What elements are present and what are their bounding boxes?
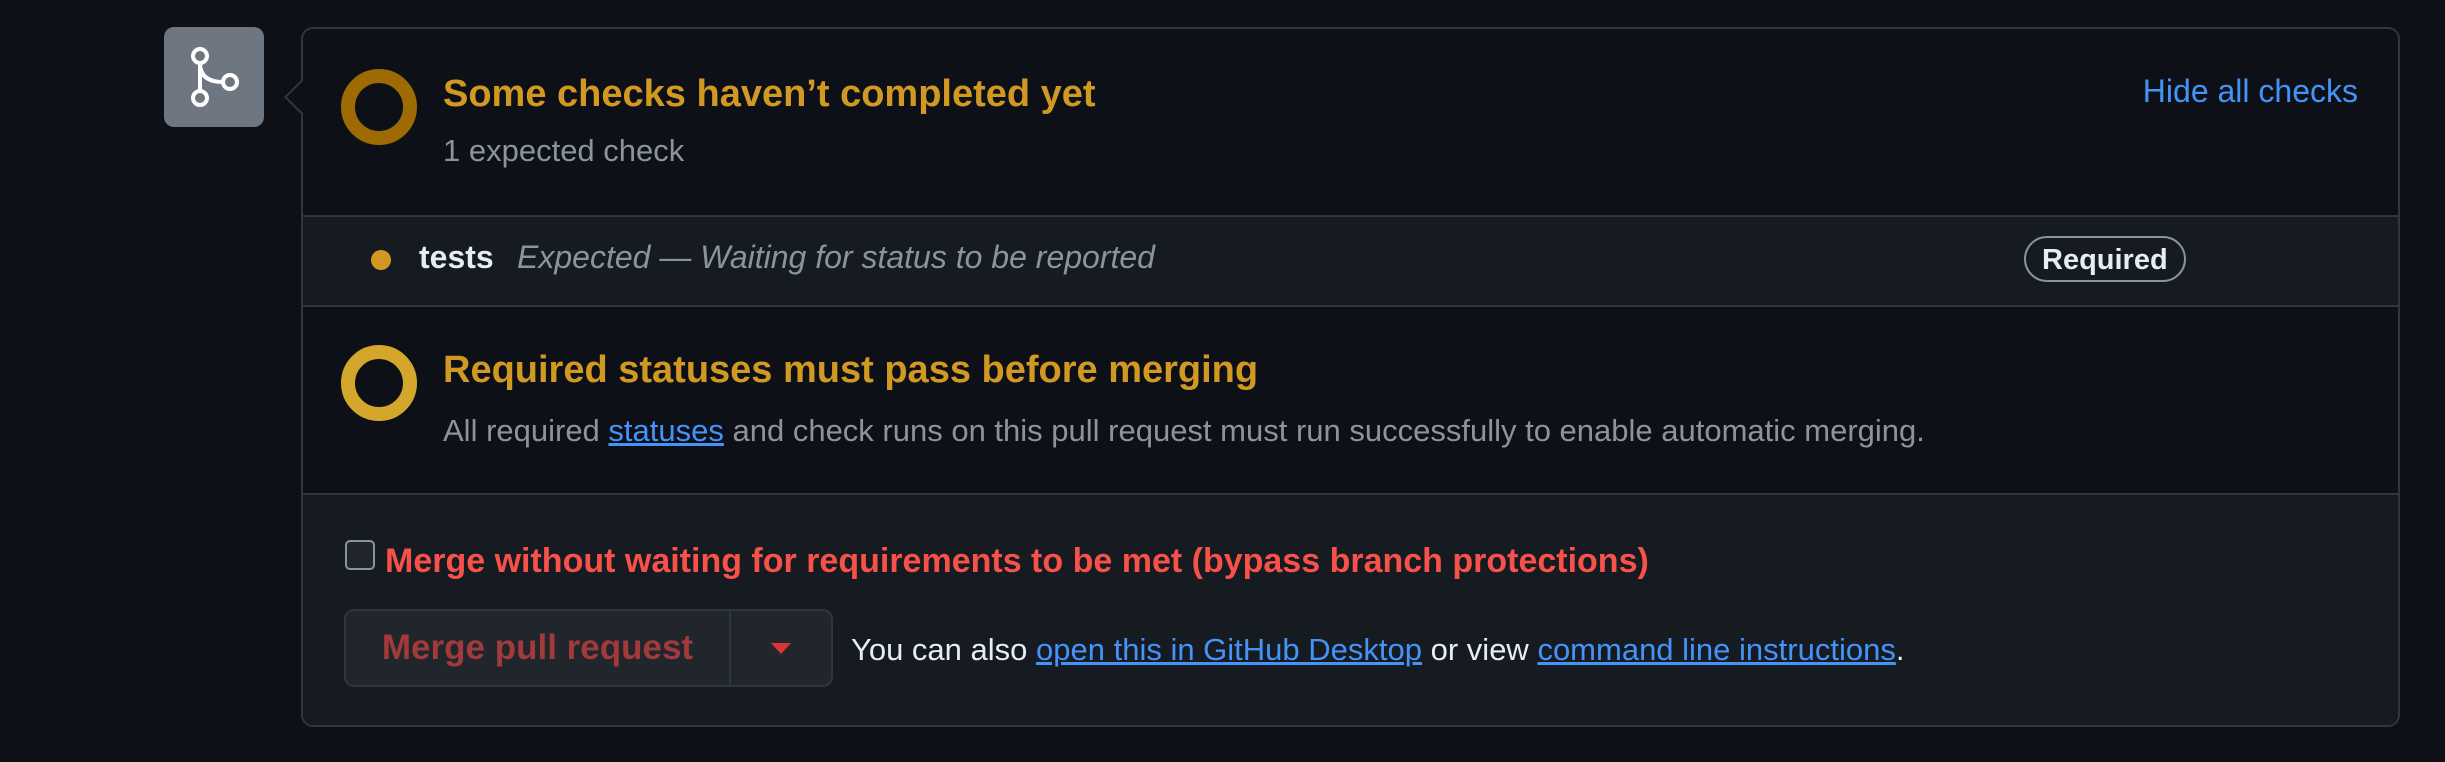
triangle-down-icon — [771, 642, 791, 654]
command-line-link[interactable]: command line instructions — [1537, 632, 1895, 667]
merge-box: Some checks haven’t completed yet 1 expe… — [284, 27, 2400, 727]
alternative-merge-text: You can also open this in GitHub Desktop… — [851, 632, 1904, 668]
checks-title: Some checks haven’t completed yet — [443, 73, 1096, 115]
check-description: Expected — Waiting for status to be repo… — [517, 239, 1155, 275]
required-statuses-section — [303, 307, 2398, 493]
github-desktop-link[interactable]: open this in GitHub Desktop — [1036, 632, 1422, 667]
required-title: Required statuses must pass before mergi… — [443, 349, 1259, 391]
required-desc-after: and check runs on this pull request must… — [723, 413, 1925, 448]
hide-all-checks-link[interactable]: Hide all checks — [2143, 73, 2358, 110]
required-badge: Required — [2024, 236, 2186, 282]
merge-options-dropdown[interactable] — [731, 611, 831, 685]
check-name: tests — [419, 239, 494, 275]
required-desc-before: All required — [443, 413, 609, 448]
also-suffix: . — [1895, 632, 1905, 667]
required-status-icon — [341, 345, 417, 421]
merge-status-icon-box — [164, 27, 264, 127]
git-merge-icon — [191, 47, 239, 107]
checks-subtitle: 1 expected check — [443, 133, 685, 168]
bypass-label[interactable]: Merge without waiting for requirements t… — [385, 542, 1649, 581]
bypass-checkbox[interactable] — [345, 540, 375, 570]
required-description: All required statuses and check runs on … — [443, 413, 1925, 449]
merge-button-group: Merge pull request — [344, 609, 833, 687]
pending-status-icon — [341, 69, 417, 145]
merge-pull-request-button[interactable]: Merge pull request — [346, 611, 731, 685]
also-prefix: You can also — [851, 632, 1037, 667]
pending-dot-icon — [371, 250, 391, 270]
checks-summary-section — [303, 29, 2398, 215]
also-middle: or view — [1422, 632, 1538, 667]
statuses-link[interactable]: statuses — [608, 413, 723, 448]
merge-box-page: Some checks haven’t completed yet 1 expe… — [0, 0, 2445, 762]
